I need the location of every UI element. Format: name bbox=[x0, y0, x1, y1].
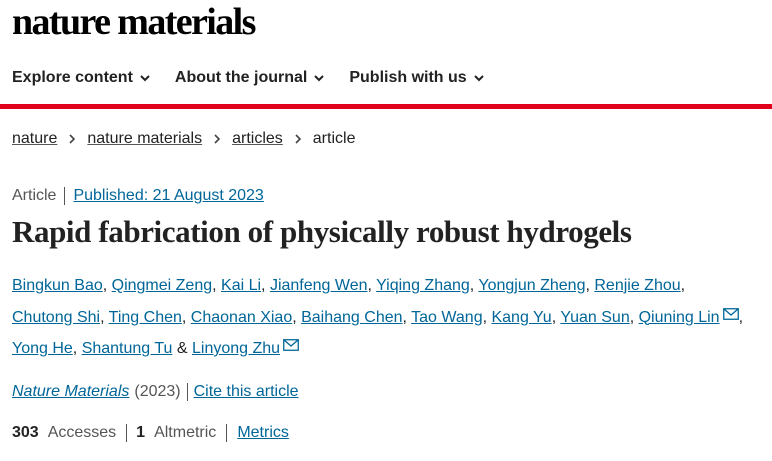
chevron-right-icon bbox=[214, 134, 221, 144]
cite-article-link[interactable]: Cite this article bbox=[188, 383, 299, 401]
article-type: Article bbox=[12, 187, 66, 205]
chevron-down-icon bbox=[473, 75, 484, 82]
author-link[interactable]: Yiqing Zhang bbox=[376, 277, 470, 294]
author-list: Bingkun Bao, Qingmei Zeng, Kai Li, Jianf… bbox=[12, 277, 744, 357]
altmetric-count: 1 bbox=[136, 424, 146, 441]
author-link[interactable]: Chutong Shi bbox=[12, 309, 100, 326]
published-date-link[interactable]: Published: 21 August 2023 bbox=[65, 187, 263, 205]
metrics-link[interactable]: Metrics bbox=[227, 424, 289, 442]
header-divider bbox=[0, 104, 772, 109]
author-link[interactable]: Bingkun Bao bbox=[12, 277, 103, 294]
author-link[interactable]: Chaonan Xiao bbox=[191, 309, 292, 326]
site-logo[interactable]: nature materials bbox=[12, 0, 256, 44]
chevron-right-icon bbox=[295, 134, 301, 144]
chevron-down-icon bbox=[140, 75, 150, 82]
breadcrumb-current: article bbox=[312, 130, 356, 147]
chevron-down-icon bbox=[314, 75, 325, 82]
author-link[interactable]: Ting Chen bbox=[109, 309, 182, 326]
email-icon[interactable] bbox=[283, 339, 299, 351]
journal-info: Nature Materials (2023) Cite this articl… bbox=[12, 381, 299, 403]
author-link[interactable]: Yong He bbox=[12, 340, 73, 357]
nav-about-journal[interactable]: About the journal bbox=[175, 69, 325, 87]
article-title: Rapid fabrication of physically robust h… bbox=[12, 214, 632, 249]
author-link[interactable]: Baihang Chen bbox=[301, 309, 402, 326]
breadcrumb: nature nature materials articles article bbox=[12, 130, 355, 148]
journal-name-link[interactable]: Nature Materials bbox=[12, 383, 129, 401]
author-link[interactable]: Shantung Tu bbox=[82, 340, 173, 357]
accesses-label: Accesses bbox=[48, 424, 128, 442]
author-link[interactable]: Linyong Zhu bbox=[192, 340, 280, 357]
breadcrumb-nature-materials[interactable]: nature materials bbox=[87, 130, 202, 148]
breadcrumb-articles[interactable]: articles bbox=[232, 130, 283, 148]
nav-publish-with-us[interactable]: Publish with us bbox=[349, 69, 484, 87]
nav-explore-content[interactable]: Explore content bbox=[12, 69, 151, 87]
author-link[interactable]: Qiuning Lin bbox=[639, 309, 720, 326]
email-icon[interactable] bbox=[722, 307, 739, 320]
nav-explore-content-label: Explore content bbox=[12, 69, 133, 86]
main-nav: Explore content About the journal Publis… bbox=[12, 66, 509, 90]
article-metrics: 303 Accesses 1 Altmetric Metrics bbox=[12, 422, 289, 444]
author-link[interactable]: Qingmei Zeng bbox=[112, 277, 213, 294]
altmetric-label: Altmetric bbox=[154, 424, 228, 442]
accesses-count: 303 bbox=[12, 424, 39, 441]
author-link[interactable]: Kang Yu bbox=[491, 309, 551, 326]
article-meta: Article Published: 21 August 2023 bbox=[12, 185, 264, 207]
breadcrumb-nature[interactable]: nature bbox=[12, 130, 57, 148]
nav-about-journal-label: About the journal bbox=[174, 69, 308, 86]
author-link[interactable]: Kai Li bbox=[221, 277, 261, 294]
author-link[interactable]: Yongjun Zheng bbox=[478, 277, 585, 294]
author-link[interactable]: Jianfeng Wen bbox=[270, 277, 368, 294]
nav-publish-with-us-label: Publish with us bbox=[349, 69, 467, 86]
chevron-right-icon bbox=[69, 134, 76, 144]
publication-year: (2023) bbox=[134, 383, 188, 401]
author-link[interactable]: Tao Wang bbox=[411, 309, 482, 326]
author-link[interactable]: Renjie Zhou bbox=[594, 277, 680, 294]
author-link[interactable]: Yuan Sun bbox=[560, 309, 629, 326]
